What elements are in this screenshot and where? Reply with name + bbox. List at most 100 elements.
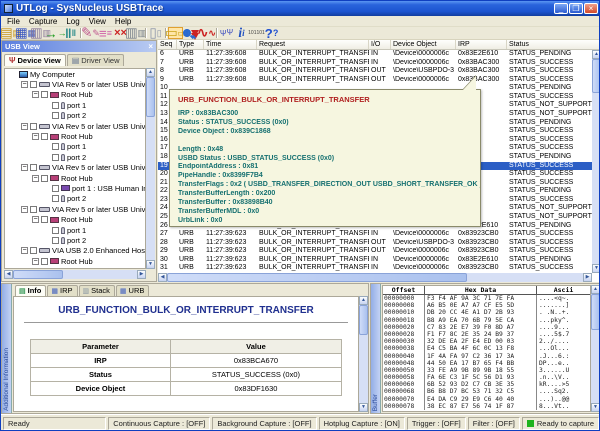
detail-tab[interactable]: Stack xyxy=(79,285,115,296)
column-header-time[interactable]: Time xyxy=(204,40,257,49)
scroll-up-icon[interactable]: ▲ xyxy=(591,285,600,294)
table-row[interactable]: 9 URB 11:27:39:608 BULK_OR_INTERRUPT_TRA… xyxy=(158,76,592,85)
additional-info-side-tab[interactable]: Additional Information xyxy=(2,284,12,413)
column-header-irp[interactable]: IRP xyxy=(456,40,507,49)
checkbox[interactable] xyxy=(52,268,59,269)
scroll-left-icon[interactable]: ◀ xyxy=(158,273,167,282)
expander-icon[interactable] xyxy=(21,206,28,213)
table-vertical-scrollbar[interactable]: ▲ ▼ xyxy=(592,50,600,273)
tree-item[interactable]: Root Hub xyxy=(5,131,145,141)
checkbox[interactable] xyxy=(52,143,59,150)
expander-icon[interactable] xyxy=(21,164,28,171)
checkbox[interactable] xyxy=(41,91,48,98)
column-header-type[interactable]: Type xyxy=(177,40,204,49)
tree-item[interactable]: VIA Rev 5 or later USB Universal Host C xyxy=(5,204,145,214)
panel-close-icon[interactable]: × xyxy=(148,43,153,51)
table-horizontal-scrollbar[interactable]: ◀ ▶ xyxy=(158,273,592,282)
column-header-io[interactable]: I/O xyxy=(369,40,391,49)
expander-icon[interactable] xyxy=(32,175,39,182)
column-header-seq[interactable]: Seq xyxy=(158,40,177,49)
column-header-request[interactable]: Request xyxy=(257,40,369,49)
table-row[interactable]: 28 URB 11:27:39:623 BULK_OR_INTERRUPT_TR… xyxy=(158,239,592,248)
tree-item[interactable]: Root Hub xyxy=(5,90,145,100)
scroll-up-icon[interactable]: ▲ xyxy=(146,68,155,77)
detail-tab[interactable]: Info xyxy=(15,285,46,296)
tree-item[interactable]: port 1 xyxy=(5,266,145,269)
tree-item[interactable]: port 1 : USB Human Interface D xyxy=(5,183,145,193)
devices-icon[interactable] xyxy=(219,27,234,39)
table-row[interactable]: 29 URB 11:27:39:623 BULK_OR_INTERRUPT_TR… xyxy=(158,247,592,256)
scroll-left-icon[interactable]: ◀ xyxy=(4,270,13,279)
start-capture-icon[interactable] xyxy=(48,27,63,39)
checkbox[interactable] xyxy=(30,81,37,88)
expander-icon[interactable] xyxy=(21,123,28,130)
checkbox[interactable] xyxy=(30,123,37,130)
tree-item[interactable]: VIA USB 2.0 Enhanced Host Controller xyxy=(5,246,145,256)
expander-icon[interactable] xyxy=(32,216,39,223)
detail-vertical-scrollbar[interactable]: ▲ ▼ xyxy=(359,296,368,412)
checkbox[interactable] xyxy=(41,216,48,223)
scroll-down-icon[interactable]: ▼ xyxy=(592,264,600,273)
buffer-vertical-scrollbar[interactable]: ▲ ▼ xyxy=(591,285,600,412)
scroll-up-icon[interactable]: ▲ xyxy=(359,296,368,305)
table-row[interactable]: 6 URB 11:27:39:608 BULK_OR_INTERRUPT_TRA… xyxy=(158,50,592,59)
pause-capture-icon[interactable] xyxy=(63,27,78,39)
buffer-side-tab[interactable]: Buffer xyxy=(371,284,381,413)
tree-item[interactable]: VIA Rev 5 or later USB Universal Host C xyxy=(5,163,145,173)
tooltip-icon[interactable] xyxy=(168,27,183,39)
help-icon[interactable] xyxy=(264,27,279,39)
expander-icon[interactable] xyxy=(21,81,28,88)
tree-item[interactable]: port 1 xyxy=(5,100,145,110)
checkbox[interactable] xyxy=(41,175,48,182)
tree-item[interactable]: Root Hub xyxy=(5,173,145,183)
table-row[interactable]: 30 URB 11:27:39:623 BULK_OR_INTERRUPT_TR… xyxy=(158,256,592,265)
checkbox[interactable] xyxy=(52,237,59,244)
table-row[interactable]: 8 URB 11:27:39:608 BULK_OR_INTERRUPT_TRA… xyxy=(158,67,592,76)
checkbox[interactable] xyxy=(52,112,59,119)
tree-vertical-scrollbar[interactable]: ▲ ▼ xyxy=(146,68,155,269)
checkbox[interactable] xyxy=(30,206,37,213)
table-row[interactable]: 7 URB 11:27:39:608 BULK_OR_INTERRUPT_TRA… xyxy=(158,59,592,68)
checkbox[interactable] xyxy=(52,154,59,161)
checkbox[interactable] xyxy=(52,102,59,109)
scroll-up-icon[interactable]: ▲ xyxy=(592,50,600,59)
info-icon[interactable] xyxy=(234,27,249,39)
view-tab[interactable]: Driver View xyxy=(67,54,125,66)
expander-icon[interactable] xyxy=(32,133,39,140)
checkbox[interactable] xyxy=(41,133,48,140)
checkbox[interactable] xyxy=(52,185,59,192)
find-icon[interactable] xyxy=(183,29,191,37)
tree-item[interactable]: My Computer xyxy=(5,69,145,79)
checkbox[interactable] xyxy=(30,164,37,171)
print-icon[interactable] xyxy=(128,27,143,39)
expander-icon[interactable] xyxy=(32,258,39,265)
table-row[interactable]: 31 URB 11:27:39:623 BULK_OR_INTERRUPT_TR… xyxy=(158,264,592,273)
tree-item[interactable]: port 1 xyxy=(5,142,145,152)
column-header-device[interactable]: Device Object xyxy=(391,40,456,49)
tree-item[interactable]: port 2 xyxy=(5,194,145,204)
detail-tab[interactable]: IRP xyxy=(47,285,77,296)
tree-item[interactable]: VIA Rev 5 or later USB Universal Host C xyxy=(5,121,145,131)
scroll-down-icon[interactable]: ▼ xyxy=(591,403,600,412)
checkbox[interactable] xyxy=(52,227,59,234)
scroll-right-icon[interactable]: ▶ xyxy=(137,270,146,279)
close-button[interactable]: × xyxy=(584,3,598,14)
maximize-button[interactable]: ❐ xyxy=(569,3,583,14)
view-report-icon[interactable] xyxy=(148,27,163,39)
tree-horizontal-scrollbar[interactable]: ◀ ▶ xyxy=(4,270,146,279)
tree-item[interactable]: VIA Rev 5 or later USB Universal Host C xyxy=(5,79,145,89)
tree-item[interactable]: port 2 xyxy=(5,152,145,162)
minimize-button[interactable]: _ xyxy=(554,3,568,14)
tree-item[interactable]: Root Hub xyxy=(5,256,145,266)
edit-icon[interactable] xyxy=(83,27,98,39)
binary-icon[interactable] xyxy=(249,27,264,39)
tree-item[interactable]: Root Hub xyxy=(5,214,145,224)
tree-item[interactable]: port 2 xyxy=(5,235,145,245)
scroll-down-icon[interactable]: ▼ xyxy=(146,260,155,269)
table-row[interactable]: 27 URB 11:27:39:623 BULK_OR_INTERRUPT_TR… xyxy=(158,230,592,239)
checkbox[interactable] xyxy=(30,247,37,254)
checkbox[interactable] xyxy=(52,195,59,202)
trigger-icon[interactable] xyxy=(199,27,214,39)
view-tab[interactable]: Device View xyxy=(4,54,66,66)
tree-item[interactable]: port 2 xyxy=(5,111,145,121)
